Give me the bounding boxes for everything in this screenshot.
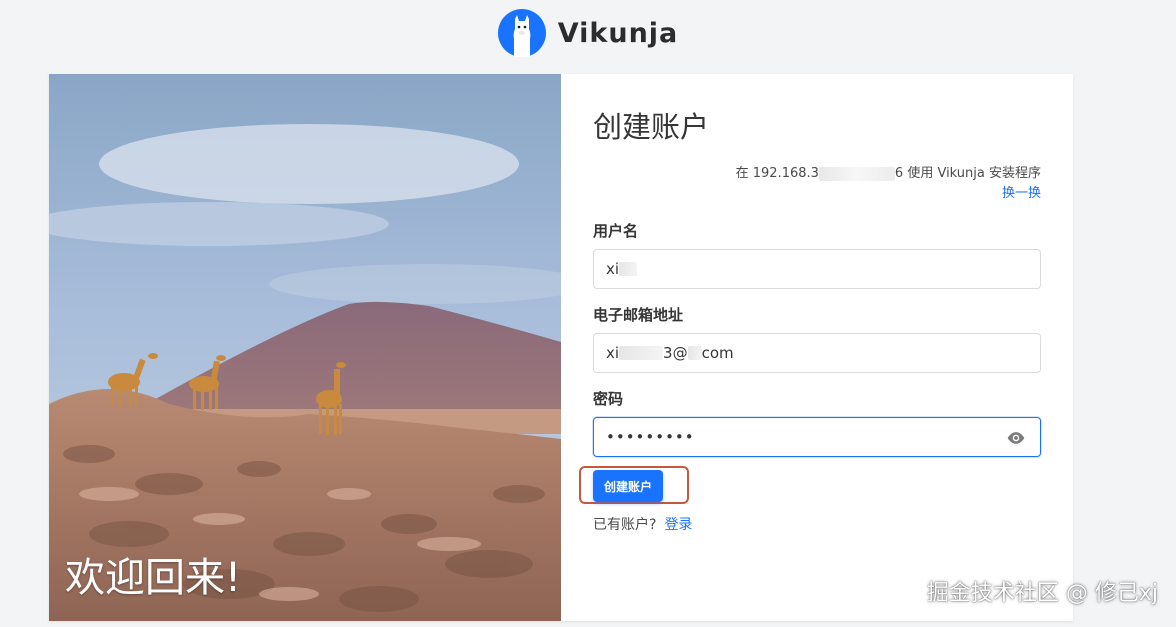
- password-value: •••••••••: [606, 428, 695, 446]
- redacted-block: [619, 262, 638, 276]
- email-value-suffix: com: [701, 344, 734, 362]
- email-value-mid: 3@: [663, 344, 688, 362]
- username-input[interactable]: xi: [593, 249, 1041, 289]
- create-account-button[interactable]: 创建账户: [593, 470, 663, 502]
- email-label: 电子邮箱地址: [593, 306, 684, 324]
- username-label: 用户名: [593, 222, 639, 240]
- register-form: 创建账户 在 192.168.3 6 使用 Vikunja 安装程序 换一换 用户…: [561, 74, 1073, 621]
- app-name: Vikunja: [557, 17, 679, 49]
- password-label: 密码: [593, 390, 624, 408]
- server-prefix: 在 192.168.3: [735, 166, 819, 181]
- redacted-block: [619, 346, 664, 360]
- register-card: 欢迎回来! 创建账户 在 192.168.3 6 使用 Vikunja 安装程序 …: [49, 74, 1073, 621]
- change-server-link[interactable]: 换一换: [1002, 186, 1041, 201]
- redacted-block: [687, 346, 702, 360]
- server-line: 在 192.168.3 6 使用 Vikunja 安装程序: [736, 164, 1041, 184]
- app-logo[interactable]: Vikunja: [497, 9, 679, 57]
- have-account-text: 已有账户?: [593, 517, 657, 533]
- landscape-illustration: [49, 74, 561, 621]
- password-input[interactable]: •••••••••: [593, 417, 1041, 457]
- login-link[interactable]: 登录: [664, 517, 692, 533]
- llama-logo-icon: [497, 9, 546, 57]
- server-info: 在 192.168.3 6 使用 Vikunja 安装程序 换一换: [736, 164, 1041, 204]
- page-title: 创建账户: [593, 110, 710, 144]
- username-value: xi: [606, 260, 620, 278]
- redacted-block: [818, 166, 895, 181]
- email-value-prefix: xi: [606, 344, 620, 362]
- watermark: 掘金技术社区 @ 修己xj: [926, 581, 1158, 606]
- welcome-heading: 欢迎回来!: [65, 555, 242, 601]
- eye-icon[interactable]: [1006, 429, 1026, 447]
- hero-image: 欢迎回来!: [49, 74, 561, 621]
- login-row: 已有账户? 登录: [593, 514, 692, 534]
- server-suffix: 6 使用 Vikunja 安装程序: [894, 166, 1041, 181]
- email-input[interactable]: xi 3@ com: [593, 333, 1041, 373]
- app-header: Vikunja: [0, 0, 1176, 66]
